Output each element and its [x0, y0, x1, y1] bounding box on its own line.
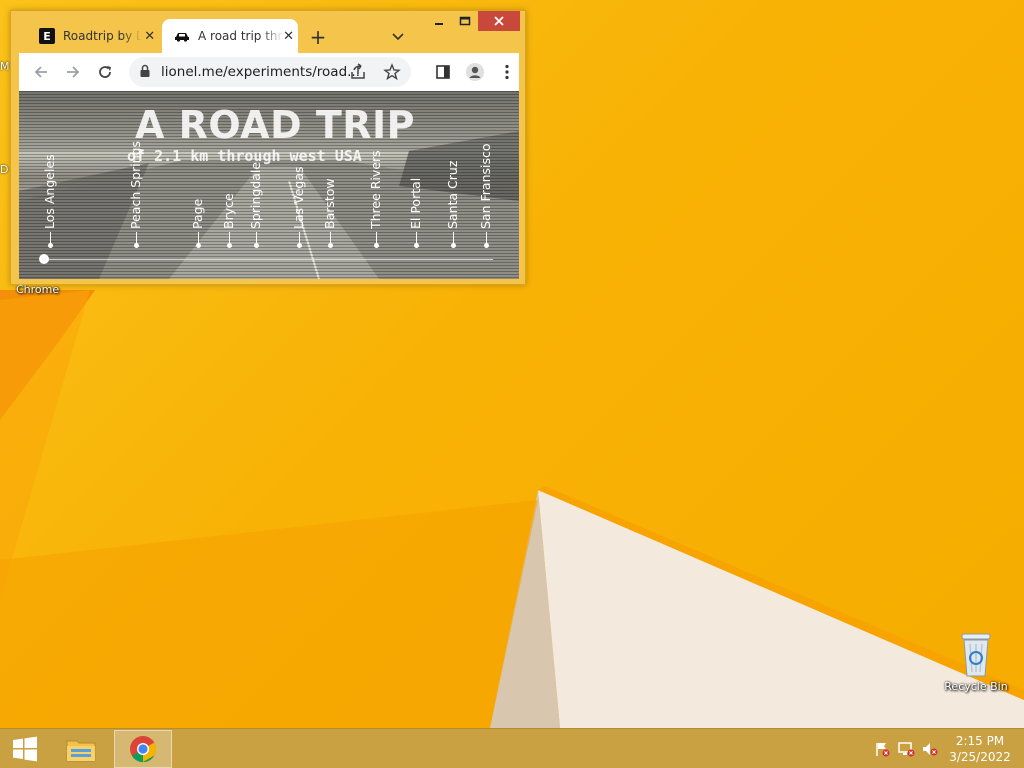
city-dot[interactable] — [451, 243, 456, 248]
city-dot[interactable] — [374, 243, 379, 248]
city-dot[interactable] — [48, 243, 53, 248]
desktop-icon-recycle-bin[interactable]: Recycle Bin — [940, 630, 1012, 693]
browser-toolbar: lionel.me/experiments/road... — [19, 53, 519, 91]
menu-kebab-icon[interactable] — [497, 62, 517, 82]
clock-date: 3/25/2022 — [949, 750, 1011, 764]
tab-close-icon[interactable]: ✕ — [142, 26, 157, 46]
city-dot[interactable] — [414, 243, 419, 248]
tab-roadtrip[interactable]: E Roadtrip by Lionel ✕ — [27, 19, 161, 53]
city-label[interactable]: Santa Cruz — [445, 161, 460, 229]
folder-icon — [66, 740, 96, 762]
city-label[interactable]: El Portal — [408, 178, 423, 229]
profile-avatar-icon[interactable] — [465, 62, 485, 82]
tab-search-chevron-down-icon[interactable] — [388, 27, 408, 47]
page-title: A ROAD TRIP — [135, 103, 416, 147]
desktop-icon-label-partial: D — [0, 163, 9, 176]
desktop-icon-label-partial: M — [0, 60, 10, 73]
address-bar[interactable]: lionel.me/experiments/road... — [129, 57, 411, 87]
taskbar-clock[interactable]: 2:15 PM 3/25/2022 — [946, 733, 1014, 765]
star-icon[interactable] — [383, 63, 401, 81]
city-dot[interactable] — [196, 243, 201, 248]
clock-time: 2:15 PM — [955, 734, 1005, 748]
e-favicon-icon: E — [39, 28, 55, 44]
chrome-taskbar-button[interactable] — [114, 730, 172, 768]
back-arrow-icon[interactable] — [31, 62, 51, 82]
city-dot[interactable] — [227, 243, 232, 248]
city-dot[interactable] — [254, 243, 259, 248]
city-label[interactable]: Springdale — [248, 162, 263, 229]
city-dot[interactable] — [297, 243, 302, 248]
city-dot[interactable] — [134, 243, 139, 248]
page-subtitle: of 2.1 km through west USA — [127, 147, 362, 165]
tab-title: A road trip through west USA — [198, 29, 283, 43]
chrome-logo-icon — [130, 736, 157, 763]
taskbar: 2:15 PM 3/25/2022 — [0, 728, 1024, 768]
city-label[interactable]: Los Angeles — [42, 154, 57, 229]
forward-arrow-icon[interactable] — [63, 62, 83, 82]
share-icon[interactable] — [349, 63, 367, 81]
volume-muted-icon[interactable] — [920, 739, 940, 759]
tab-strip: E Roadtrip by Lionel ✕ A road trip throu… — [11, 11, 525, 53]
city-dot[interactable] — [328, 243, 333, 248]
tab-close-icon[interactable]: ✕ — [283, 26, 294, 46]
timeline-track[interactable] — [43, 259, 493, 260]
browser-window[interactable]: E Roadtrip by Lionel ✕ A road trip throu… — [10, 10, 526, 285]
reload-icon[interactable] — [95, 62, 115, 82]
side-panel-icon[interactable] — [433, 62, 453, 82]
car-icon — [174, 28, 190, 44]
recycle-bin-icon — [961, 633, 991, 677]
action-center-flag-icon[interactable] — [872, 739, 892, 759]
start-button[interactable] — [0, 729, 50, 768]
url-text[interactable]: lionel.me/experiments/road... — [161, 64, 360, 80]
maximize-button[interactable] — [452, 11, 478, 31]
file-explorer-button[interactable] — [58, 729, 104, 768]
windows-logo-icon — [13, 736, 37, 762]
lock-icon — [140, 64, 150, 77]
city-label[interactable]: Page — [190, 199, 205, 229]
city-label[interactable]: Three Rivers — [368, 150, 383, 229]
city-label[interactable]: Bryce — [221, 193, 236, 229]
new-tab-button[interactable]: + — [308, 25, 328, 49]
city-label[interactable]: San Fransisco — [478, 143, 493, 229]
city-label[interactable]: Peach Springs — [128, 141, 143, 229]
city-label[interactable]: Barstow — [322, 178, 337, 229]
minimize-button[interactable] — [426, 11, 452, 31]
city-dot[interactable] — [484, 243, 489, 248]
city-label[interactable]: Las Vegas — [291, 167, 306, 230]
tab-road-trip-active[interactable]: A road trip through west USA ✕ — [162, 19, 298, 53]
close-window-button[interactable] — [478, 11, 520, 31]
page-content: A ROAD TRIP of 2.1 km through west USA L… — [19, 91, 519, 279]
network-icon[interactable] — [896, 739, 916, 759]
recycle-bin-label: Recycle Bin — [944, 680, 1008, 693]
tab-title: Roadtrip by Lionel — [63, 29, 143, 43]
favicon-letter: E — [39, 28, 55, 44]
timeline-knob[interactable] — [39, 254, 49, 264]
